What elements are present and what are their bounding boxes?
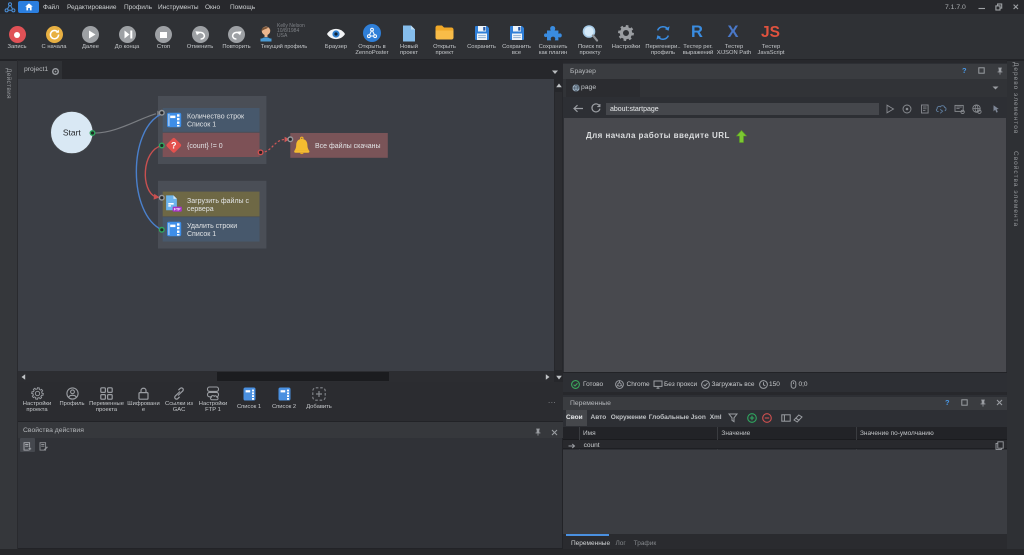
svg-text:?: ?	[171, 141, 177, 151]
svg-text:Все файлы скачаны: Все файлы скачаны	[315, 142, 381, 150]
svg-text:{count} != 0: {count} != 0	[187, 143, 223, 150]
svg-text:Загрузить файлы с: Загрузить файлы с	[187, 197, 250, 205]
svg-text:Список 1: Список 1	[187, 231, 216, 238]
svg-text:Start: Start	[63, 128, 82, 138]
svg-text:Список 1: Список 1	[187, 121, 216, 128]
svg-text:сервера: сервера	[187, 206, 214, 213]
svg-text:Количество строк: Количество строк	[187, 114, 245, 121]
svg-text:Удалить строки: Удалить строки	[187, 223, 237, 230]
svg-text:FTP: FTP	[174, 208, 181, 212]
